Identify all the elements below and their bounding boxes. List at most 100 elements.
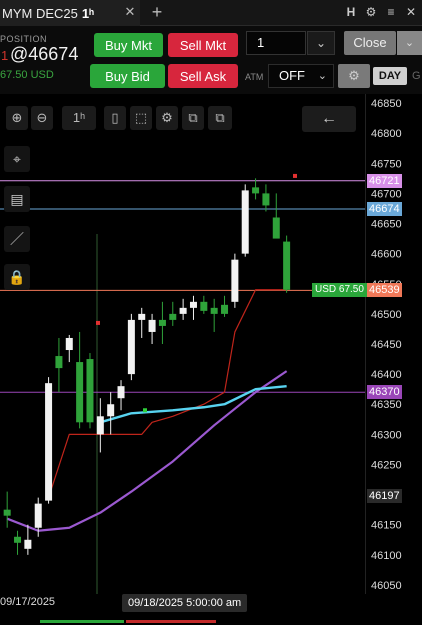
window-controls: H ⚙ ≡ ✕ [344,3,422,23]
candle-body [221,304,229,314]
tab-timeframe: 1ʰ [81,5,94,21]
candle-body [210,307,218,314]
bar-style-icon[interactable]: ▯ [104,106,126,130]
entry-price-tag: 46674 [367,202,402,217]
candle-body [148,319,156,332]
price-tick-label: 46650 [371,219,402,231]
candle-body [283,241,291,290]
candle-body [158,319,166,326]
close-dropdown[interactable]: ⌄ [397,31,422,55]
pnl-tag: USD 67.50 [312,283,367,298]
high-marker [293,173,297,178]
buy-market-button[interactable]: Buy Mkt [94,33,163,57]
candle-body [86,359,94,423]
add-tab-icon[interactable]: + [148,2,166,22]
candle-body [96,416,104,435]
atm-settings-icon[interactable]: ⚙ [338,64,370,88]
position-price: @46674 [10,44,79,64]
candle-body [45,383,53,501]
zoom-in-icon[interactable]: ⊕ [6,106,28,130]
quantity-input[interactable]: 1 [246,31,306,55]
crosshair-icon[interactable]: ⌖ [4,146,30,172]
atm-label: ATM [245,72,264,82]
price-tick-label: 46250 [371,459,402,471]
candle-body [179,307,187,314]
candles [3,173,297,555]
price-chart[interactable]: 4685046800467504670046650466004655046500… [0,94,422,594]
close-window-icon[interactable]: ✕ [404,3,418,21]
quantity-dropdown[interactable]: ⌄ [307,31,335,55]
price-tick-label: 46400 [371,369,402,381]
high-price-tag: 46721 [367,173,402,188]
back-arrow-icon[interactable]: ← [302,106,356,132]
candle-body [107,404,115,417]
tif-option-cut[interactable]: G [412,67,422,85]
list-icon[interactable]: ▤ [4,186,30,212]
candle-body [24,539,32,549]
scroll-indicator-red[interactable] [126,620,216,623]
moving-average-cyan [99,384,287,424]
price-tick-label: 46050 [371,580,402,592]
draw-line-icon[interactable]: ／ [4,226,30,252]
candle-body [127,319,135,375]
candle-body [241,190,249,254]
chevron-down-icon: ⌄ [317,70,327,82]
atm-value: OFF [279,68,305,83]
candle-body [200,301,208,311]
candle-body [231,259,239,302]
price-tick-label: 46750 [371,158,402,170]
prior-price-tag: 46197 [367,489,402,504]
price-tick-label: 46100 [371,550,402,562]
order-panel: POSITION 1 @46674 67.50 USD Buy Mkt Sell… [0,26,422,94]
time-crosshair-label: 09/18/2025 5:00:00 am [122,594,248,612]
lock-icon[interactable]: 🔒 [4,264,30,290]
fill-marker [143,408,147,413]
atm-strategy-select[interactable]: OFF ⌄ [268,64,334,88]
candle-body [76,362,84,423]
timeframe-button[interactable]: 1ʰ [62,106,96,130]
price-tick-label: 46350 [371,399,402,411]
price-lines [0,180,365,393]
position-qty: 1 [1,48,9,63]
zoom-out-icon[interactable]: ⊖ [31,106,53,130]
stop-marker [96,320,100,325]
gear-icon[interactable]: ⚙ [364,3,378,21]
price-tick-label: 46600 [371,249,402,261]
candle-body [34,503,42,528]
candle-body [3,509,11,516]
bottom-strip [0,612,422,625]
chart-tab[interactable]: MYM DEC25 1ʰ ✕ [0,0,140,26]
scroll-indicator-green[interactable] [40,620,124,623]
price-tick-label: 46150 [371,520,402,532]
axis-separator [365,94,366,594]
low-price-tag: 46370 [367,385,402,400]
last-price-tag: 46539 [367,283,402,298]
menu-icon[interactable]: ≡ [384,3,398,21]
copy-icon[interactable]: ⧉ [182,106,204,130]
candle-body [252,187,260,194]
close-tab-icon[interactable]: ✕ [122,4,138,20]
candle-body [272,217,280,239]
candle-body [55,356,63,369]
window-icon[interactable]: ⧉ [208,106,232,130]
candle-body [189,301,197,308]
price-tick-label: 46450 [371,339,402,351]
price-tick-label: 46500 [371,309,402,321]
h-icon[interactable]: H [344,3,358,21]
candle-body [169,313,177,320]
time-in-force-button[interactable]: DAY [373,67,407,85]
time-label-start: 09/17/2025 [0,596,56,608]
candle-body [14,536,22,543]
tab-bar: MYM DEC25 1ʰ ✕ + H ⚙ ≡ ✕ [0,0,422,26]
candle-body [65,337,73,351]
select-icon[interactable]: ⬚ [130,106,152,130]
buy-bid-button[interactable]: Buy Bid [90,64,165,88]
close-position-button[interactable]: Close [344,31,396,55]
price-tick-label: 46850 [371,98,402,110]
price-tick-label: 46800 [371,128,402,140]
sell-market-button[interactable]: Sell Mkt [168,33,238,57]
candle-body [138,313,146,320]
price-axis: 4685046800467504670046650466004655046500… [371,98,402,592]
chart-settings-icon[interactable]: ⚙ [156,106,178,130]
sell-ask-button[interactable]: Sell Ask [168,64,238,88]
